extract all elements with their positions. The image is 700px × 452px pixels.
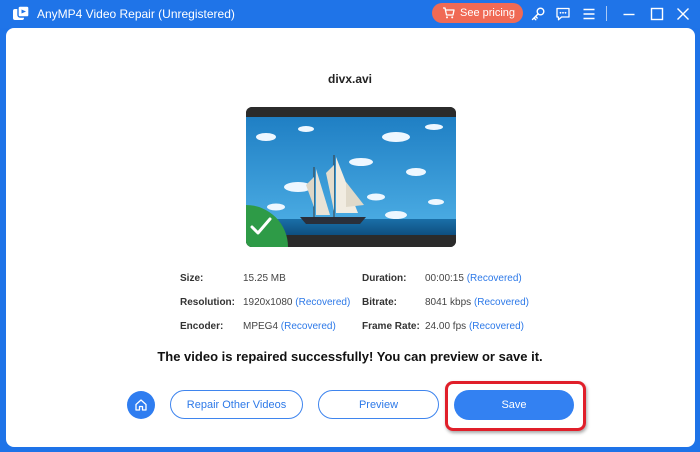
video-filename: divx.avi [327,72,373,86]
title-bar: AnyMP4 Video Repair (Unregistered) See p… [0,0,700,28]
bitrate-label: Bitrate: [362,297,398,308]
cart-icon [443,7,455,19]
size-value: 15.25 MB [243,273,286,284]
video-thumbnail[interactable] [246,107,456,247]
save-button[interactable]: Save [454,390,574,420]
framerate-value: 24.00 fps (Recovered) [425,321,524,332]
repair-other-videos-button[interactable]: Repair Other Videos [170,390,303,419]
duration-label: Duration: [362,273,407,284]
size-label: Size: [180,273,204,284]
window-title: AnyMP4 Video Repair (Unregistered) [37,7,235,21]
maximize-icon[interactable] [648,5,666,23]
home-button[interactable] [127,391,155,419]
duration-value: 00:00:15 (Recovered) [425,273,522,284]
encoder-label: Encoder: [180,321,224,332]
framerate-label: Frame Rate: [362,321,420,332]
see-pricing-button[interactable]: See pricing [432,3,523,23]
close-icon[interactable] [674,5,692,23]
recovered-tag: (Recovered) [468,321,524,332]
recovered-tag: (Recovered) [280,321,336,332]
recovered-tag: (Recovered) [473,297,529,308]
recovered-tag: (Recovered) [466,273,522,284]
repair-other-videos-label: Repair Other Videos [186,398,287,411]
resolution-label: Resolution: [180,297,235,308]
app-logo-icon [13,5,30,20]
menu-icon[interactable] [580,5,598,23]
bitrate-value: 8041 kbps (Recovered) [425,297,529,308]
feedback-icon[interactable] [554,5,572,23]
repair-success-message: The video is repaired successfully! You … [157,349,543,364]
minimize-icon[interactable] [620,5,638,23]
checkmark-icon [246,205,288,247]
encoder-value: MPEG4 (Recovered) [243,321,336,332]
home-icon [135,399,147,411]
key-icon[interactable] [529,5,547,23]
see-pricing-label: See pricing [460,7,516,19]
preview-button[interactable]: Preview [318,390,439,419]
recovered-tag: (Recovered) [295,297,351,308]
preview-label: Preview [358,398,399,411]
resolution-value: 1920x1080 (Recovered) [243,297,351,308]
titlebar-divider [606,6,607,21]
save-label: Save [501,399,527,411]
